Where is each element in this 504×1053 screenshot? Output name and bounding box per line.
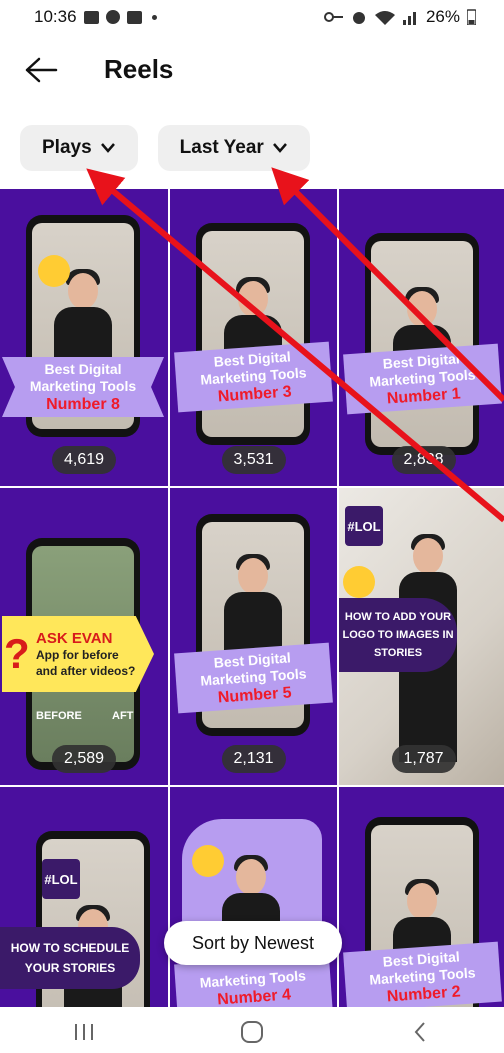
play-count: 3,531 [221,446,286,474]
reel-tile[interactable]: Marketing Tools Number 4 [170,787,337,1007]
youtube-notification-icon [126,10,142,24]
ask-title: ASK EVAN [36,629,113,647]
banner-line: Marketing Tools [29,377,137,394]
banner-number: Number 8 [46,395,120,413]
heart-eyes-emoji-icon [38,255,70,287]
status-time: 10:36 [34,7,77,26]
reel-banner: Best Digital Marketing Tools Number 8 [2,357,164,417]
lol-badge: #LOL [345,506,383,546]
app-header: Reels [0,44,504,96]
reel-tile[interactable]: Best Digital Marketing Tools Number 1 2,… [339,189,504,486]
wifi-icon [374,11,395,25]
system-back-button[interactable] [390,1015,450,1049]
reel-banner: Best Digital Marketing Tools Number 2 [343,941,502,1007]
reel-tile[interactable]: Best Digital Marketing Tools Number 8 4,… [0,189,168,486]
reel-tile[interactable]: ASK EVAN App for before and after videos… [0,488,168,785]
reel-banner: Best Digital Marketing Tools Number 3 [174,341,333,413]
banner-number: Number 3 [217,382,293,406]
recent-apps-button[interactable] [54,1015,114,1049]
reel-banner: Best Digital Marketing Tools Number 1 [343,343,502,415]
sort-by-newest-button[interactable]: Sort by Newest [164,921,342,965]
play-count: 4,619 [51,446,117,474]
before-label: BEFORE [36,710,82,722]
banner-line: Best Digital [44,360,122,377]
play-count: 1,787 [391,745,456,773]
reel-caption-bubble: HOW TO SCHEDULE YOUR STORIES [0,927,140,989]
ask-line: and after videos? [36,663,136,678]
reel-thumbnail [371,241,473,447]
play-count: 2,838 [391,446,456,474]
page-title: Reels [104,54,174,84]
lol-badge: #LOL [42,859,80,899]
caption-line: YOUR STORIES [24,961,116,975]
arrow-left-icon [25,57,58,83]
caption-line: HOW TO ADD YOUR [344,611,452,623]
key-icon [323,12,343,22]
reel-tile[interactable]: Best Digital Marketing Tools Number 2 [339,787,504,1007]
ask-line: App for before [36,647,119,662]
reel-tile[interactable]: Best Digital Marketing Tools Number 5 2,… [170,488,337,785]
system-nav-bar [0,1010,504,1053]
reels-grid: Best Digital Marketing Tools Number 8 4,… [0,189,504,1007]
home-button[interactable] [222,1015,282,1049]
time-range-filter-label: Last Year [179,137,264,158]
alarm-icon [352,12,365,24]
reel-caption-bubble: HOW TO ADD YOUR LOGO TO IMAGES IN STORIE… [339,598,457,672]
caption-line: LOGO TO IMAGES IN [342,629,454,641]
heart-eyes-emoji-icon [192,845,224,877]
phone-mockup [196,223,310,445]
heart-eyes-emoji-icon [343,566,375,598]
reel-banner: Best Digital Marketing Tools Number 5 [174,642,333,714]
banner-number: Number 5 [217,683,293,707]
phone-mockup [365,233,479,455]
play-count: 2,589 [51,745,117,773]
facebook-notification-icon [105,10,120,24]
caption-line: STORIES [373,647,423,659]
after-label: AFT [112,710,134,722]
battery-percent: 26% [425,7,460,26]
chevron-left-icon [414,1021,425,1042]
play-count: 2,131 [221,745,286,773]
signal-icon [402,12,416,25]
battery-icon [467,9,476,25]
more-notifications-icon [151,14,157,20]
home-icon [241,1020,263,1043]
plays-filter-dropdown[interactable]: Plays [20,125,138,171]
banner-number: Number 2 [386,982,462,1006]
chevron-down-icon [272,143,287,153]
recent-apps-icon [75,1023,93,1040]
caption-line: HOW TO SCHEDULE [10,941,130,955]
plays-filter-label: Plays [42,137,92,158]
question-mark-icon: ? [4,630,30,677]
reel-tile[interactable]: Best Digital Marketing Tools Number 3 3,… [170,189,337,486]
back-button[interactable] [24,56,58,84]
chevron-down-icon [100,143,115,153]
reel-tile[interactable]: #LOL HOW TO SCHEDULE YOUR STORIES [0,787,168,1007]
reel-tile[interactable]: #LOL HOW TO ADD YOUR LOGO TO IMAGES IN S… [339,488,504,785]
gallery-notification-icon [83,10,99,24]
status-bar: 10:36 26% [0,0,504,34]
time-range-filter-dropdown[interactable]: Last Year [157,125,310,171]
banner-number: Number 1 [386,384,462,408]
filter-bar: Plays Last Year [20,125,310,171]
